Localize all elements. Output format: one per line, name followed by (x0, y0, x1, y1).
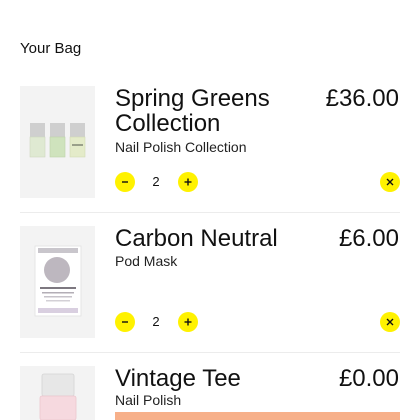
plus-icon (184, 178, 192, 186)
plus-icon (184, 318, 192, 326)
item-subtitle: Pod Mask (115, 253, 178, 269)
remove-item-button[interactable] (380, 172, 400, 192)
quantity-value: 2 (152, 174, 160, 189)
item-price: £6.00 (338, 225, 399, 252)
item-price: £0.00 (338, 365, 399, 392)
bag-item-carbon-neutral: Carbon Neutral £6.00 Pod Mask 2 (20, 226, 400, 338)
item-subtitle: Nail Polish (115, 392, 182, 408)
close-icon (386, 318, 394, 326)
divider (20, 212, 400, 213)
nail-polish-bottle-icon (39, 373, 77, 420)
bag-item-spring-greens: Spring Greens Collection £36.00 Nail Pol… (20, 86, 400, 198)
minus-icon (122, 321, 128, 323)
page-title: Your Bag (20, 40, 82, 57)
product-image[interactable] (20, 86, 95, 198)
product-image[interactable] (20, 226, 95, 338)
pod-mask-box-icon (34, 245, 82, 317)
nail-polish-trio-icon (29, 123, 86, 158)
increase-quantity-button[interactable] (178, 312, 198, 332)
close-icon (386, 178, 394, 186)
item-price: £36.00 (325, 85, 399, 112)
item-subtitle: Nail Polish Collection (115, 139, 247, 155)
decrease-quantity-button[interactable] (115, 172, 135, 192)
item-name[interactable]: Vintage Tee (115, 366, 305, 391)
remove-item-button[interactable] (380, 312, 400, 332)
decrease-quantity-button[interactable] (115, 312, 135, 332)
promo-banner (115, 412, 400, 420)
quantity-stepper: 2 (115, 172, 235, 194)
divider (20, 352, 400, 353)
item-name[interactable]: Carbon Neutral (115, 226, 305, 251)
quantity-stepper: 2 (115, 312, 235, 334)
product-image[interactable] (20, 366, 95, 420)
increase-quantity-button[interactable] (178, 172, 198, 192)
minus-icon (122, 181, 128, 183)
item-name[interactable]: Spring Greens Collection (115, 86, 305, 136)
quantity-value: 2 (152, 314, 160, 329)
